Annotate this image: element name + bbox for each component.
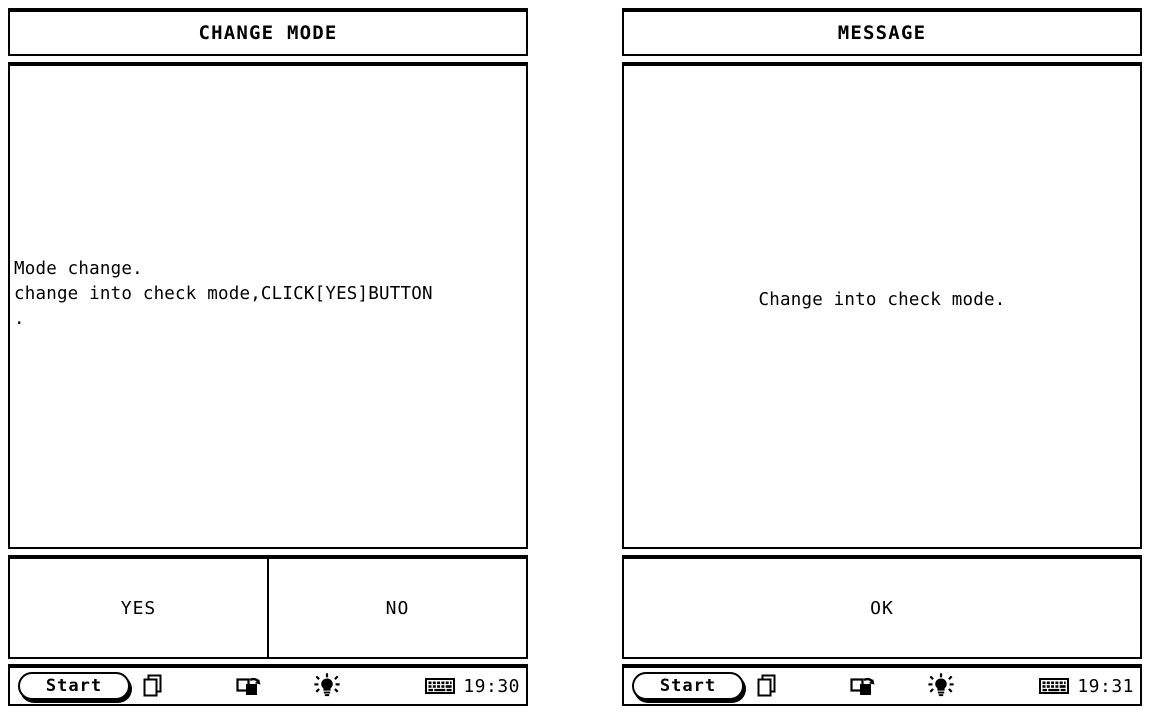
content-area-message: Change into check mode. — [622, 62, 1142, 549]
taskbar-tray: 19:31 — [1039, 676, 1134, 697]
keyboard-icon[interactable] — [1039, 676, 1070, 696]
taskbar-clock[interactable]: 19:31 — [1077, 676, 1134, 697]
message-line: Mode change. — [14, 259, 143, 279]
start-button-label: Start — [659, 676, 717, 696]
taskbar-change-mode: Start 19:30 — [8, 664, 528, 706]
titlebar-change-mode: CHANGE MODE — [8, 8, 528, 56]
page-title: CHANGE MODE — [198, 22, 338, 44]
message-line: Change into check mode. — [758, 290, 1006, 310]
button-bar-change-mode: YES NO — [8, 555, 528, 659]
button-bar-message: OK — [622, 555, 1142, 659]
taskbar-clock[interactable]: 19:30 — [463, 676, 520, 697]
ok-button[interactable]: OK — [624, 559, 1140, 657]
device-screen-message: MESSAGE Change into check mode. OK Start — [622, 8, 1142, 706]
windows-stack-icon[interactable] — [142, 674, 164, 698]
screen-rotate-icon[interactable] — [236, 674, 262, 698]
start-button-label: Start — [45, 676, 103, 696]
brightness-icon[interactable] — [314, 673, 340, 699]
no-button[interactable]: NO — [267, 559, 526, 657]
taskbar-tray: 19:30 — [425, 676, 520, 697]
brightness-icon[interactable] — [928, 673, 954, 699]
message-line: change into check mode,CLICK[YES]BUTTON — [14, 284, 433, 304]
yes-button-label: YES — [120, 597, 157, 619]
message-line: . — [14, 309, 25, 329]
titlebar-message: MESSAGE — [622, 8, 1142, 56]
keyboard-icon[interactable] — [425, 676, 456, 696]
start-button[interactable]: Start — [18, 672, 130, 700]
page-title: MESSAGE — [837, 22, 927, 44]
start-button[interactable]: Start — [632, 672, 744, 700]
content-area-change-mode: Mode change. change into check mode,CLIC… — [8, 62, 528, 549]
windows-stack-icon[interactable] — [756, 674, 778, 698]
no-button-label: NO — [385, 597, 410, 619]
screenshot-root: CHANGE MODE Mode change. change into che… — [0, 0, 1150, 714]
taskbar-message: Start 19:31 — [622, 664, 1142, 706]
message-block: Change into check mode. — [759, 288, 1006, 313]
message-block: Mode change. change into check mode,CLIC… — [14, 257, 433, 332]
screen-rotate-icon[interactable] — [850, 674, 876, 698]
device-screen-change-mode: CHANGE MODE Mode change. change into che… — [8, 8, 528, 706]
yes-button[interactable]: YES — [10, 559, 267, 657]
ok-button-label: OK — [870, 597, 894, 619]
